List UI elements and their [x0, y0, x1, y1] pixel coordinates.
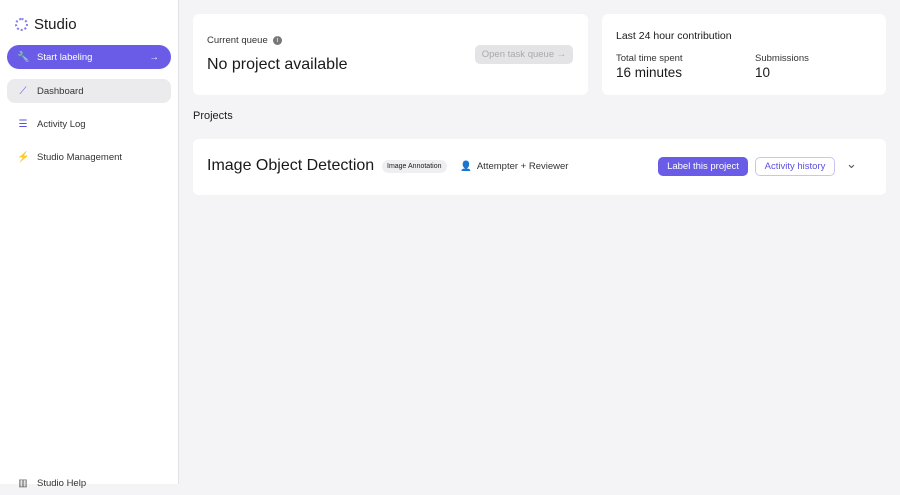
activity-history-button[interactable]: Activity history: [755, 157, 835, 176]
app-title: Studio: [34, 16, 77, 33]
submissions-value: 10: [755, 65, 771, 80]
sidebar-item-studio-management[interactable]: ⚡ Studio Management: [7, 145, 171, 169]
queue-value: No project available: [207, 56, 348, 73]
submissions-label: Submissions: [755, 53, 809, 64]
project-role: Attempter + Reviewer: [476, 161, 569, 172]
help-icon: ▥: [18, 477, 28, 489]
sidebar-item-label: Activity Log: [37, 118, 86, 130]
app-logo: Studio: [15, 16, 77, 33]
button-label: Open task queue: [481, 49, 555, 60]
sidebar-item-label: Dashboard: [37, 85, 84, 97]
sidebar-item-activity-log[interactable]: ☰ Activity Log: [7, 112, 171, 136]
open-task-queue-button[interactable]: Open task queue →: [475, 45, 573, 64]
lightning-icon: ⚡: [17, 151, 30, 163]
list-icon: ☰: [18, 118, 28, 130]
logo-icon: [15, 18, 28, 31]
start-labeling-label: Start labeling: [37, 51, 93, 63]
user-icon: 👤: [460, 161, 472, 172]
chart-icon: ⟋: [19, 85, 27, 97]
label-project-button[interactable]: Label this project: [658, 157, 748, 176]
current-queue-card: Current queue i No project available Open…: [193, 14, 588, 95]
wrench-icon: 🔧: [17, 51, 30, 63]
time-value: 16 minutes: [616, 65, 683, 80]
sidebar-item-studio-help[interactable]: ▥ Studio Help: [7, 471, 171, 495]
time-label: Total time spent: [616, 53, 683, 64]
sidebar: Studio 🔧 Start labeling → ⟋ Dashboard ☰ Acti…: [0, 0, 179, 489]
info-icon[interactable]: i: [272, 36, 282, 45]
contribution-card: Last 24 hour contribution Total time spe…: [602, 14, 886, 95]
arrow-right-icon: →: [149, 51, 160, 63]
sidebar-item-label: Studio Help: [37, 477, 87, 489]
start-labeling-button[interactable]: 🔧 Start labeling →: [7, 45, 171, 69]
queue-label: Current queue: [207, 35, 268, 46]
project-name: Image Object Detection: [207, 157, 375, 174]
contribution-title: Last 24 hour contribution: [616, 30, 732, 42]
chevron-down-icon[interactable]: ⌄: [846, 156, 857, 172]
projects-heading: Projects: [193, 110, 233, 122]
project-row: Image Object Detection Image Annotation …: [193, 139, 886, 195]
arrow-right-icon: →: [556, 49, 567, 60]
sidebar-item-dashboard[interactable]: ⟋ Dashboard: [7, 79, 171, 103]
sidebar-item-label: Studio Management: [37, 151, 123, 163]
project-tag: Image Annotation: [382, 160, 447, 173]
